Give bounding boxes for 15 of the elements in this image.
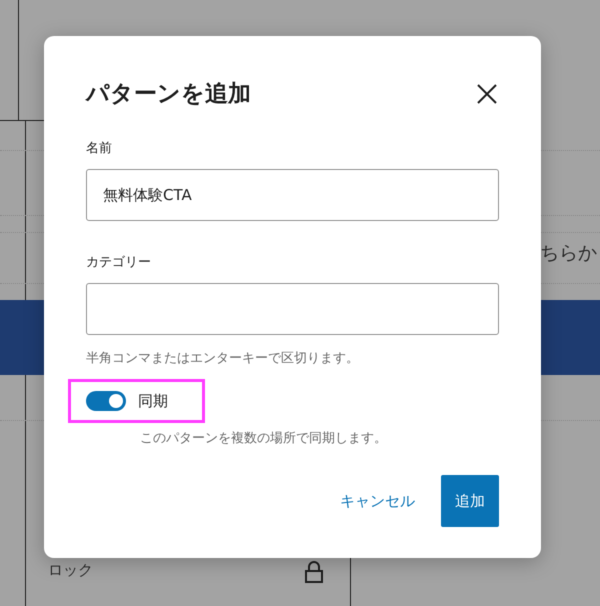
- lock-icon: [305, 561, 323, 583]
- input-field[interactable]: [86, 283, 499, 335]
- input-field[interactable]: 無料体験CTA: [86, 169, 499, 221]
- field-label: 名前: [86, 140, 113, 157]
- toggle-label: 同期: [138, 392, 168, 410]
- dialog-title: パターンを追加: [86, 80, 251, 109]
- body-text: ちらか: [540, 241, 597, 266]
- toggle-description: このパターンを複数の場所で同期します。: [140, 430, 388, 447]
- close-button[interactable]: [475, 82, 499, 106]
- field-label: カテゴリー: [86, 254, 152, 271]
- toggle-switch[interactable]: [86, 391, 126, 411]
- lock-label: ロック: [48, 561, 93, 580]
- add-button[interactable]: 追加: [441, 475, 499, 527]
- cancel-button[interactable]: キャンセル: [340, 475, 415, 527]
- help-text: 半角コンマまたはエンターキーで区切ります。: [86, 350, 360, 367]
